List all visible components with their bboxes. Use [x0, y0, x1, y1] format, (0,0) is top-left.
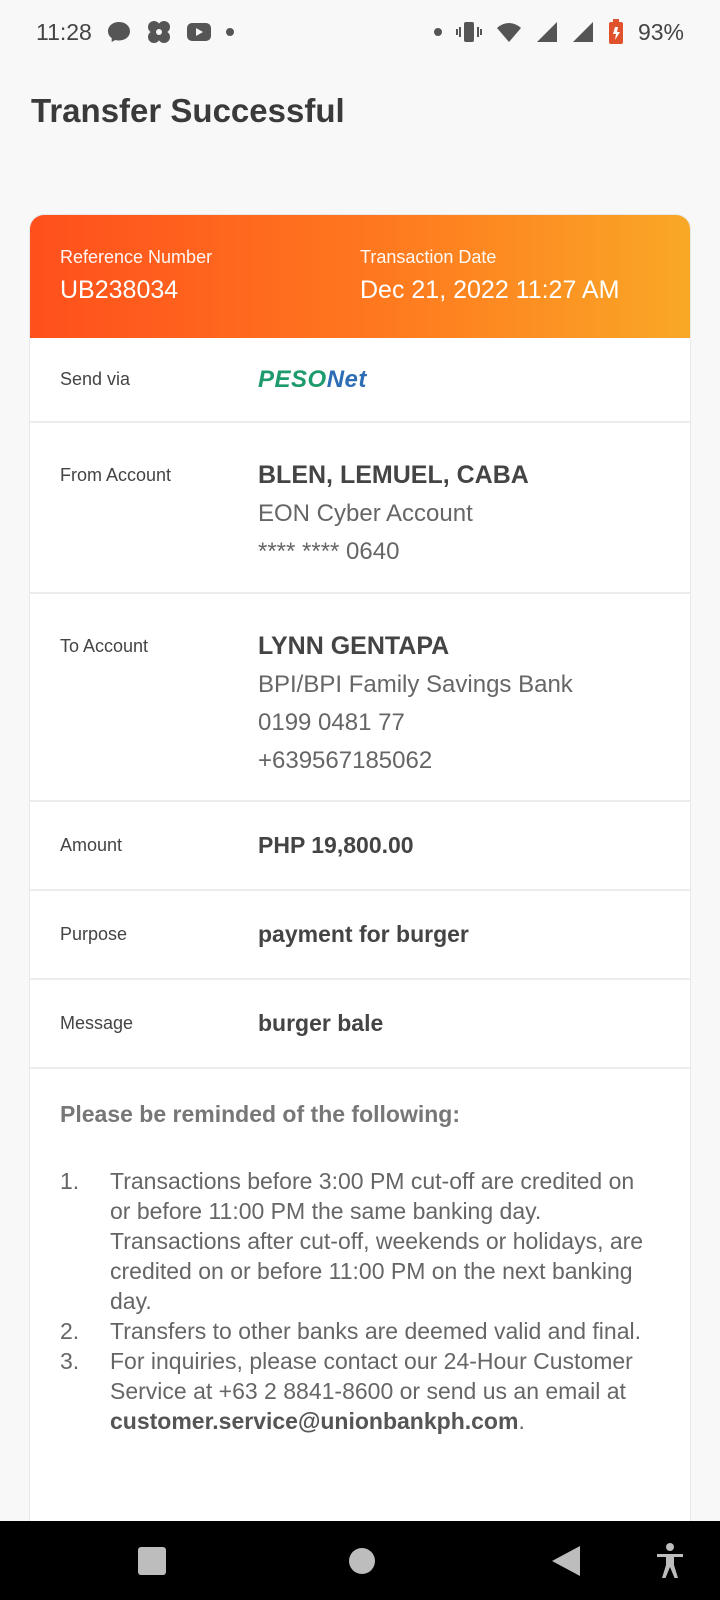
- to-account-phone: +639567185062: [258, 747, 433, 774]
- back-button[interactable]: [548, 1543, 584, 1579]
- reminder-number: 1.: [60, 1168, 80, 1194]
- purpose-row: Purpose payment for burger: [30, 891, 690, 980]
- youtube-icon: [186, 22, 212, 42]
- message-row: Message burger bale: [30, 980, 690, 1069]
- status-time: 11:28: [36, 18, 92, 45]
- signal-icon: [572, 21, 594, 43]
- support-email-link[interactable]: customer.service@unionbankph.com: [110, 1408, 518, 1434]
- to-account-name: LYNN GENTAPA: [258, 632, 450, 660]
- reminders-section: Please be reminded of the following: 1. …: [30, 1069, 690, 1436]
- receipt-card: Reference Number UB238034 Transaction Da…: [30, 215, 690, 1525]
- from-account-type: EON Cyber Account: [258, 500, 473, 527]
- amount-row: Amount PHP 19,800.00: [30, 802, 690, 891]
- to-account-details: LYNN GENTAPA BPI/BPI Family Savings Bank…: [258, 632, 690, 775]
- message-label: Message: [60, 1013, 134, 1033]
- to-account-number: 0199 0481 77: [258, 709, 405, 736]
- send-via-row: Send via PESONet: [30, 338, 690, 423]
- reminders-title: Please be reminded of the following:: [60, 1101, 460, 1127]
- from-account-label: From Account: [60, 465, 172, 485]
- transaction-date-label: Transaction Date: [360, 247, 497, 267]
- pesonet-logo-peso: PESO: [258, 365, 327, 393]
- circle-icon: [349, 1548, 375, 1574]
- reminder-item: 3. For inquiries, please contact our 24-…: [60, 1346, 660, 1436]
- pesonet-logo: PESONet: [258, 366, 367, 393]
- reminder-item: 1. Transactions before 3:00 PM cut-off a…: [60, 1166, 660, 1316]
- messenger-icon: [106, 20, 132, 44]
- reminder-text: For inquiries, please contact our 24-Hou…: [110, 1348, 633, 1404]
- battery-icon: [608, 19, 624, 45]
- from-account-row: From Account BLEN, LEMUEL, CABA EON Cybe…: [30, 423, 690, 594]
- vibrate-icon: [455, 20, 482, 44]
- reminder-item: 2. Transfers to other banks are deemed v…: [60, 1316, 660, 1346]
- page-title: Transfer Successful: [31, 92, 345, 129]
- purpose-label: Purpose: [60, 924, 128, 944]
- to-account-bank: BPI/BPI Family Savings Bank: [258, 671, 573, 698]
- reference-number: UB238034: [60, 276, 179, 304]
- reminders-list: 1. Transactions before 3:00 PM cut-off a…: [60, 1166, 660, 1436]
- home-button[interactable]: [346, 1545, 378, 1577]
- reminder-text: Transactions before 3:00 PM cut-off are …: [110, 1168, 644, 1314]
- pinwheel-icon: [146, 19, 172, 45]
- dot-icon: [433, 28, 442, 36]
- status-left: 11:28: [36, 19, 234, 46]
- to-account-row: To Account LYNN GENTAPA BPI/BPI Family S…: [30, 594, 690, 802]
- back-triangle-icon: [552, 1546, 580, 1576]
- from-account-number: **** **** 0640: [258, 538, 400, 565]
- status-right: 93%: [433, 18, 684, 46]
- receipt-header: Reference Number UB238034 Transaction Da…: [30, 215, 690, 338]
- to-account-label: To Account: [60, 636, 149, 656]
- amount-label: Amount: [60, 835, 123, 855]
- square-icon: [138, 1547, 166, 1575]
- amount-value: PHP 19,800.00: [258, 832, 414, 858]
- accessibility-button[interactable]: [652, 1541, 688, 1581]
- from-account-name: BLEN, LEMUEL, CABA: [258, 461, 529, 489]
- transaction-date: Dec 21, 2022 11:27 AM: [360, 276, 620, 304]
- navigation-bar: [0, 1521, 720, 1600]
- from-account-details: BLEN, LEMUEL, CABA EON Cyber Account ***…: [258, 461, 690, 566]
- purpose-value: payment for burger: [258, 921, 469, 947]
- reference-block: Reference Number UB238034: [60, 247, 212, 305]
- send-via-label: Send via: [60, 369, 131, 389]
- wifi-icon: [496, 21, 522, 43]
- message-value: burger bale: [258, 1010, 384, 1036]
- reference-label: Reference Number: [60, 247, 213, 267]
- status-bar: 11:28 93%: [0, 0, 720, 64]
- reminder-number: 3.: [60, 1348, 80, 1374]
- battery-percent: 93%: [637, 18, 684, 45]
- reminder-number: 2.: [60, 1318, 80, 1344]
- transaction-date-block: Transaction Date Dec 21, 2022 11:27 AM: [360, 247, 619, 305]
- reminder-text-container: For inquiries, please contact our 24-Hou…: [110, 1346, 660, 1436]
- recent-apps-button[interactable]: [136, 1545, 168, 1577]
- signal-icon: [536, 21, 558, 43]
- reminder-suffix: .: [518, 1408, 525, 1434]
- dot-icon: [225, 28, 234, 36]
- reminder-text: Transfers to other banks are deemed vali…: [110, 1318, 641, 1344]
- accessibility-icon: [657, 1543, 683, 1578]
- pesonet-logo-net: Net: [326, 365, 367, 393]
- send-via-value: PESONet: [258, 366, 690, 394]
